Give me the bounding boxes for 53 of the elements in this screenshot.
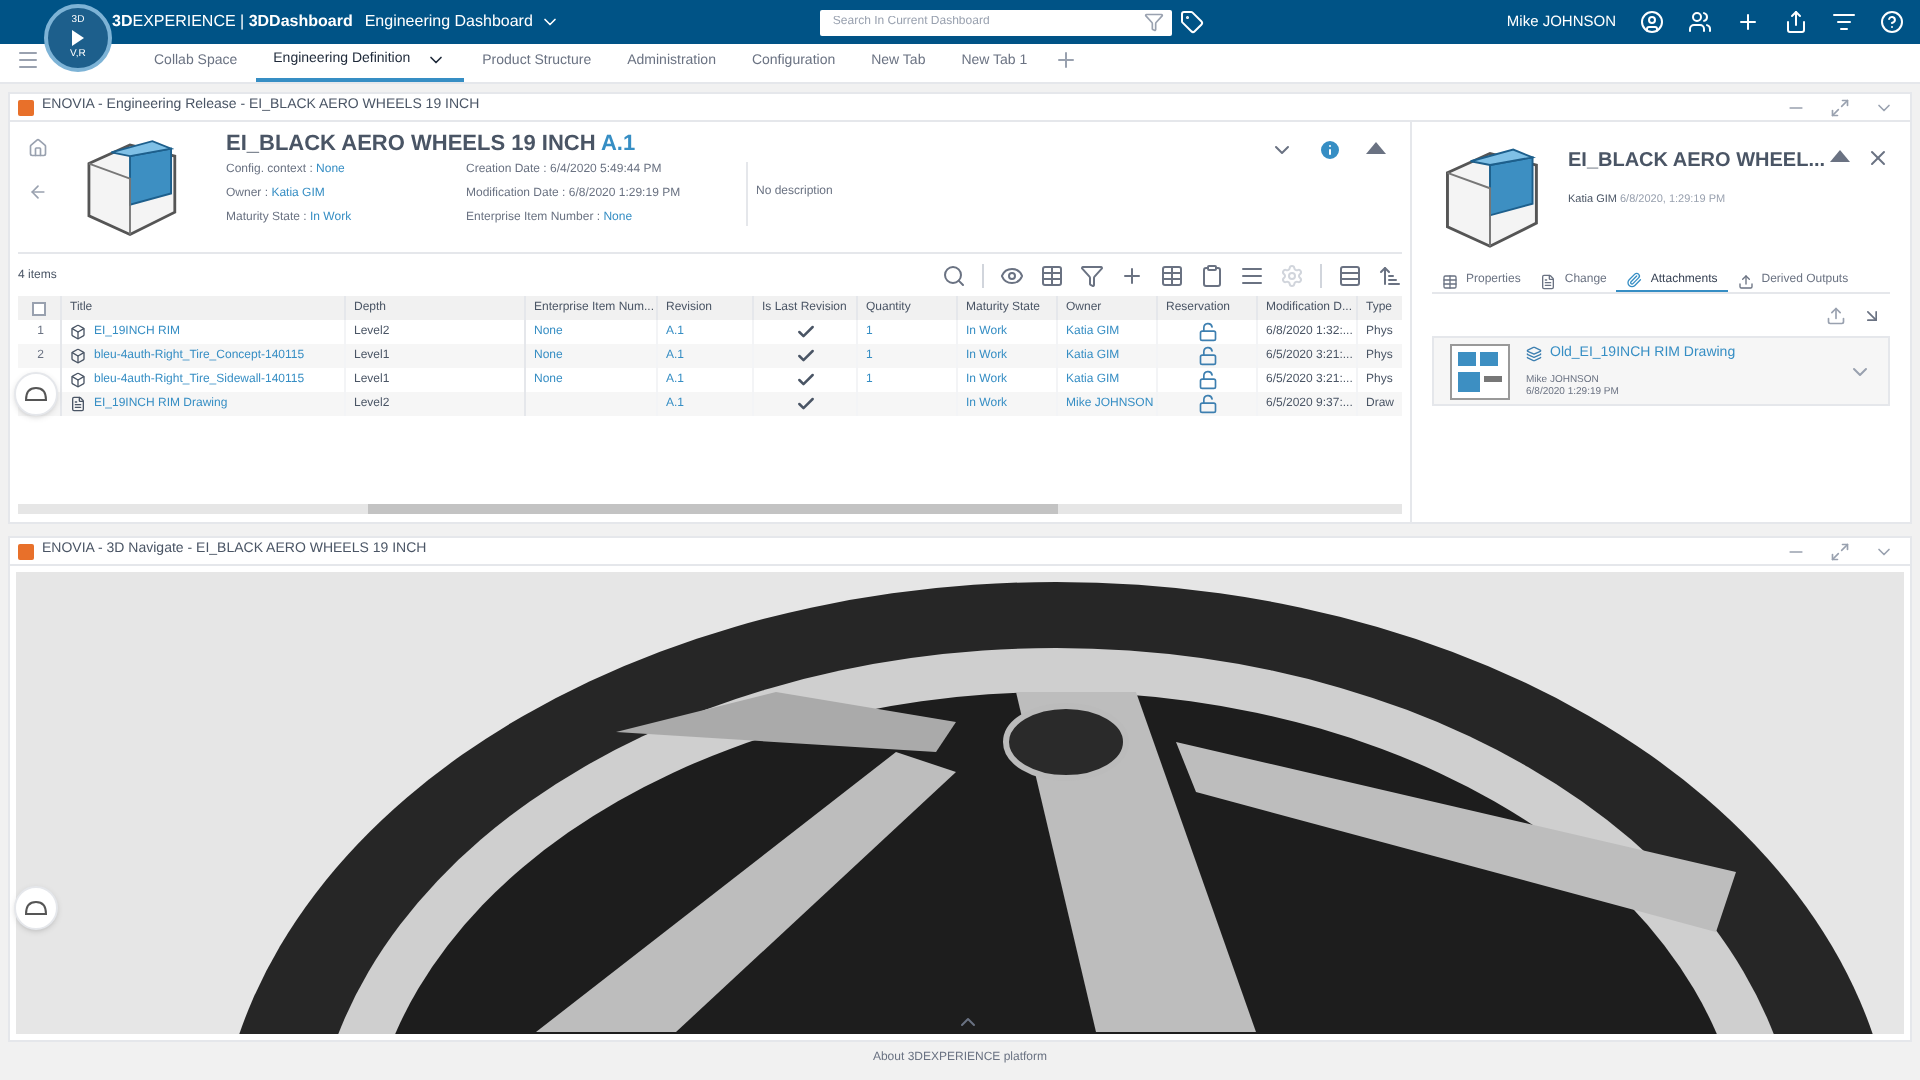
search-icon[interactable] bbox=[942, 264, 966, 288]
table-settings-icon[interactable] bbox=[1040, 264, 1064, 288]
eye-icon[interactable] bbox=[1000, 264, 1024, 288]
drawing-icon bbox=[1526, 346, 1542, 363]
collapse-icon[interactable] bbox=[1366, 142, 1386, 154]
helmet-icon bbox=[24, 386, 48, 402]
lines-icon[interactable] bbox=[1240, 264, 1264, 288]
app-icon bbox=[18, 543, 34, 559]
profile-icon[interactable] bbox=[1640, 10, 1664, 34]
help-icon[interactable] bbox=[1880, 10, 1904, 34]
lock-icon[interactable] bbox=[1197, 394, 1217, 414]
tag-icon[interactable] bbox=[1180, 10, 1205, 34]
add-icon[interactable] bbox=[1736, 10, 1760, 34]
upload-icon[interactable] bbox=[1826, 306, 1846, 326]
close-icon[interactable] bbox=[1866, 146, 1890, 170]
sort-icon[interactable] bbox=[1378, 264, 1402, 288]
app-icon bbox=[18, 99, 34, 115]
drawing-icon bbox=[70, 396, 86, 412]
clipboard-icon[interactable] bbox=[1200, 264, 1224, 288]
helmet-icon bbox=[24, 900, 48, 916]
brand-title: 3DEXPERIENCE | 3DDashboard bbox=[112, 10, 353, 34]
product-title: EI_BLACK AERO WHEELS 19 INCH A.1 bbox=[226, 130, 638, 158]
filter-icon[interactable] bbox=[1080, 264, 1104, 288]
drawing-thumbnail bbox=[1450, 343, 1510, 399]
lock-icon[interactable] bbox=[1197, 322, 1217, 342]
tab-icon bbox=[1626, 272, 1643, 288]
community-icon[interactable] bbox=[1688, 10, 1712, 34]
arrow-icon[interactable] bbox=[1862, 306, 1882, 326]
part-icon bbox=[70, 348, 86, 364]
compass-play-icon bbox=[72, 30, 84, 46]
add-tab-icon[interactable] bbox=[1053, 48, 1078, 72]
part-icon bbox=[70, 324, 86, 340]
maximize-icon[interactable] bbox=[1830, 97, 1850, 117]
collapse-icon[interactable] bbox=[1830, 150, 1850, 162]
part-icon bbox=[70, 372, 86, 388]
maximize-icon[interactable] bbox=[1830, 541, 1850, 561]
table-icon[interactable] bbox=[1160, 264, 1184, 288]
tab-icon bbox=[1540, 273, 1557, 289]
info-icon[interactable] bbox=[1318, 138, 1342, 162]
side-title: EI_BLACK AERO WHEEL... bbox=[1568, 148, 1826, 176]
dashboard-menu[interactable]: Engineering Dashboard bbox=[364, 10, 561, 34]
home-icon[interactable] bbox=[28, 138, 48, 158]
select-all-checkbox[interactable] bbox=[32, 301, 46, 315]
list-view-icon[interactable] bbox=[1338, 264, 1362, 288]
back-icon[interactable] bbox=[28, 182, 48, 202]
tab-icon bbox=[1737, 273, 1754, 289]
lock-icon[interactable] bbox=[1197, 346, 1217, 366]
sidebar-toggle-icon[interactable] bbox=[16, 48, 40, 72]
add-icon[interactable] bbox=[1120, 264, 1144, 288]
horizontal-scrollbar[interactable] bbox=[18, 504, 1402, 514]
tab-icon bbox=[1442, 273, 1458, 289]
share-icon[interactable] bbox=[1784, 10, 1808, 34]
lock-icon[interactable] bbox=[1197, 370, 1217, 390]
